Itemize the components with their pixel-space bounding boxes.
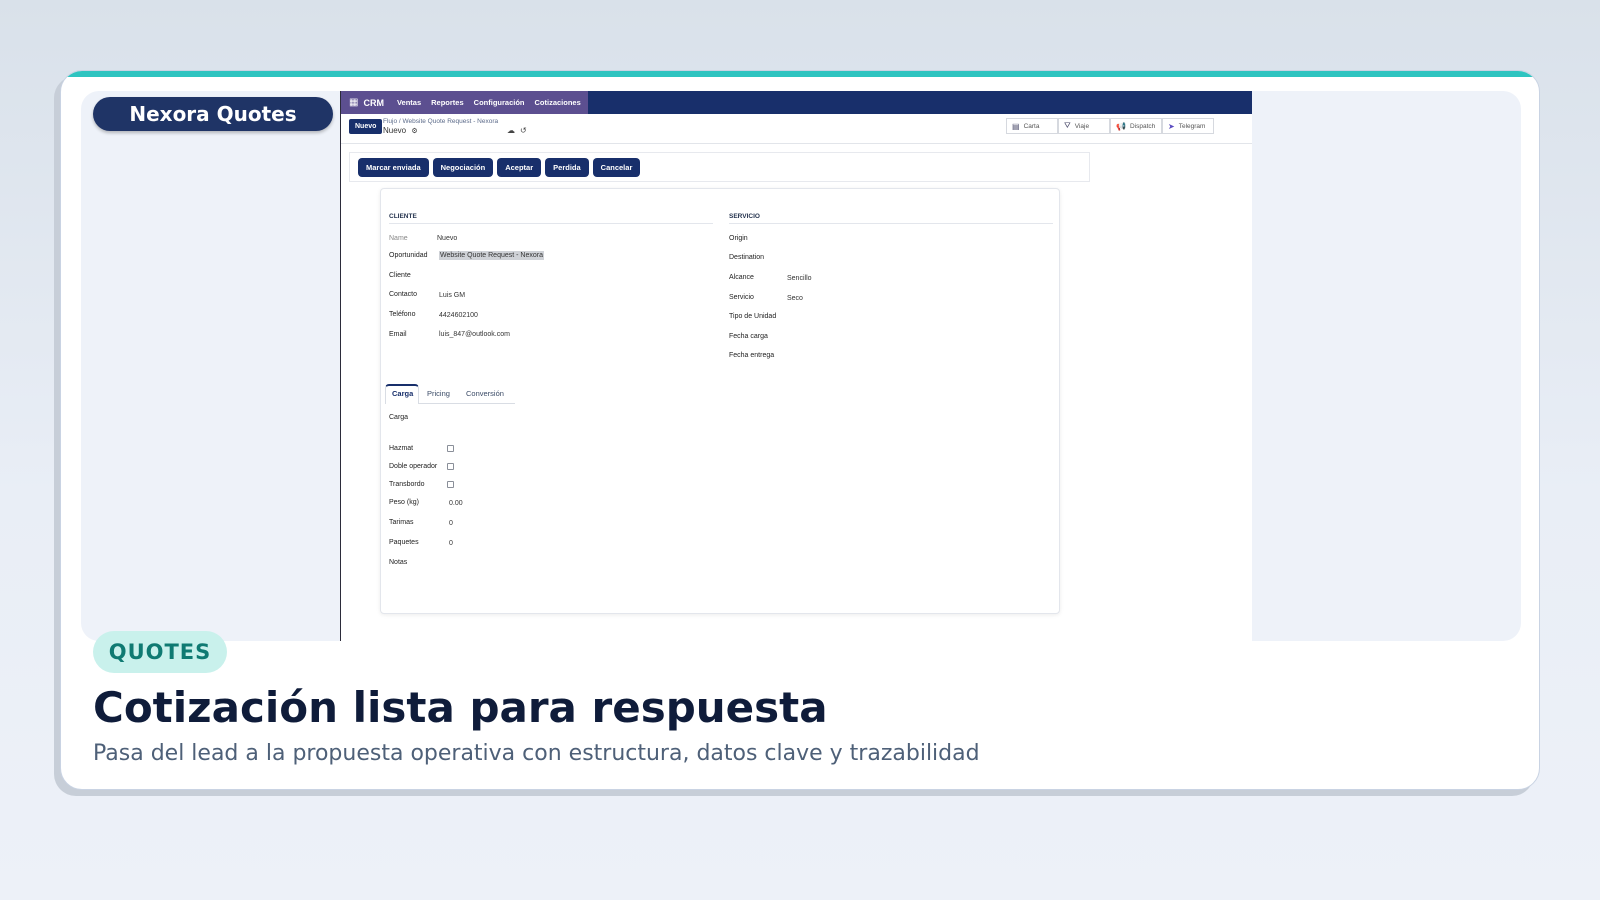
marcar-enviada-button[interactable]: Marcar enviada (358, 157, 429, 177)
form-sheet: CLIENTE Name Nuevo Oportunidad Website Q… (380, 188, 1060, 614)
crm-window: ▦ CRM Ventas Reportes Configuración Coti… (340, 91, 1252, 641)
field-value-servicio[interactable]: Seco (787, 295, 803, 302)
carta-button[interactable]: ▤ Carta (1006, 118, 1058, 134)
app-name[interactable]: CRM (361, 98, 392, 108)
control-panel: Nuevo Flujo / Website Quote Request - Ne… (341, 114, 1252, 144)
field-label-fecha-carga: Fecha carga (729, 333, 768, 340)
transbordo-checkbox[interactable] (447, 481, 454, 488)
telegram-icon: ➤ (1168, 121, 1175, 131)
action-buttons: ▤ Carta ⛛ Viaje 📢 Dispatch ➤ Telegram (1006, 118, 1214, 134)
perdida-button[interactable]: Perdida (545, 157, 589, 177)
tab-conversion[interactable]: Conversión (466, 389, 504, 398)
menu-item-ventas[interactable]: Ventas (392, 98, 426, 107)
field-label-contacto: Contacto (389, 291, 418, 298)
gear-icon[interactable]: ⚙ (411, 128, 417, 135)
field-value-email[interactable]: luis_847@outlook.com (439, 331, 510, 338)
brand-pill: Nexora Quotes (93, 97, 333, 131)
cliente-group-title: CLIENTE (389, 213, 713, 224)
field-value-contacto[interactable]: Luis GM (439, 292, 465, 299)
field-value-alcance[interactable]: Sencillo (787, 275, 812, 282)
feature-card: Nexora Quotes ▦ CRM Ventas Reportes Conf… (60, 70, 1540, 790)
negociacion-button[interactable]: Negociación (432, 157, 494, 177)
menu-item-configuracion[interactable]: Configuración (469, 98, 530, 107)
field-label-oportunidad: Oportunidad (389, 252, 428, 259)
dispatch-button[interactable]: 📢 Dispatch (1110, 118, 1162, 134)
viaje-label: Viaje (1074, 122, 1090, 130)
telegram-label: Telegram (1178, 122, 1206, 130)
breadcrumb[interactable]: Flujo / Website Quote Request - Nexora (383, 118, 498, 125)
discard-icon[interactable]: ↺ (520, 126, 527, 135)
telegram-button[interactable]: ➤ Telegram (1162, 118, 1214, 134)
field-value-paquetes[interactable]: 0 (449, 540, 453, 547)
carta-label: Carta (1023, 122, 1040, 130)
section-badge: QUOTES (93, 631, 227, 673)
checkbox-label-doble-operador: Doble operador (389, 463, 438, 470)
megaphone-icon: 📢 (1116, 121, 1126, 131)
field-label-name: Name (389, 235, 408, 242)
field-label-tarimas: Tarimas (389, 519, 414, 526)
record-title: Nuevo ⚙ (383, 126, 418, 135)
field-label-alcance: Alcance (729, 274, 754, 281)
menu-item-reportes[interactable]: Reportes (426, 98, 469, 107)
tab-carga[interactable]: Carga (392, 389, 413, 398)
field-label-paquetes: Paquetes (389, 539, 419, 546)
app-menu-group: ▦ CRM Ventas Reportes Configuración Coti… (341, 91, 588, 114)
field-label-peso: Peso (kg) (389, 499, 419, 506)
record-title-text: Nuevo (383, 126, 407, 135)
hazmat-checkbox[interactable] (447, 445, 454, 452)
cancelar-button[interactable]: Cancelar (592, 157, 641, 177)
new-button[interactable]: Nuevo (349, 119, 383, 134)
doble-operador-checkbox[interactable] (447, 463, 454, 470)
tab-pricing[interactable]: Pricing (427, 389, 450, 398)
dispatch-label: Dispatch (1129, 122, 1156, 130)
checkbox-label-hazmat: Hazmat (389, 445, 414, 452)
field-label-origin: Origin (729, 235, 748, 242)
field-label-notas: Notas (389, 559, 408, 566)
status-bar: Marcar enviada Negociación Aceptar Perdi… (349, 152, 1090, 182)
feature-subtitle: Pasa del lead a la propuesta operativa c… (93, 741, 980, 766)
top-menu-bar: ▦ CRM Ventas Reportes Configuración Coti… (341, 91, 1252, 114)
feature-title: Cotización lista para respuesta (93, 683, 828, 732)
menu-item-cotizaciones[interactable]: Cotizaciones (530, 98, 586, 107)
field-label-servicio: Servicio (729, 294, 754, 301)
carga-section-label: Carga (389, 414, 409, 421)
servicio-group-title: SERVICIO (729, 213, 1053, 224)
document-icon: ▤ (1012, 121, 1020, 131)
field-label-destination: Destination (729, 254, 765, 261)
field-value-oportunidad[interactable]: Website Quote Request - Nexora (439, 251, 544, 260)
field-value-name[interactable]: Nuevo (437, 235, 457, 242)
field-label-telefono: Teléfono (389, 311, 416, 318)
field-value-tarimas[interactable]: 0 (449, 520, 453, 527)
apps-grid-icon[interactable]: ▦ (343, 97, 361, 108)
field-label-cliente: Cliente (389, 272, 411, 279)
screenshot-area: Nexora Quotes ▦ CRM Ventas Reportes Conf… (81, 91, 1521, 641)
field-label-email: Email (389, 331, 407, 338)
field-value-peso[interactable]: 0.00 (449, 500, 463, 507)
viaje-button[interactable]: ⛛ Viaje (1058, 118, 1110, 134)
notebook-tabs: Carga Pricing Conversión (385, 384, 515, 404)
road-icon: ⛛ (1064, 121, 1071, 130)
aceptar-button[interactable]: Aceptar (497, 157, 542, 177)
field-value-telefono[interactable]: 4424602100 (439, 312, 478, 319)
field-label-tipo-unidad: Tipo de Unidad (729, 313, 777, 320)
card-accent-bar (61, 71, 1539, 77)
field-label-fecha-entrega: Fecha entrega (729, 352, 775, 359)
checkbox-label-transbordo: Transbordo (389, 481, 425, 488)
cloud-save-icon[interactable]: ☁ (507, 126, 515, 135)
